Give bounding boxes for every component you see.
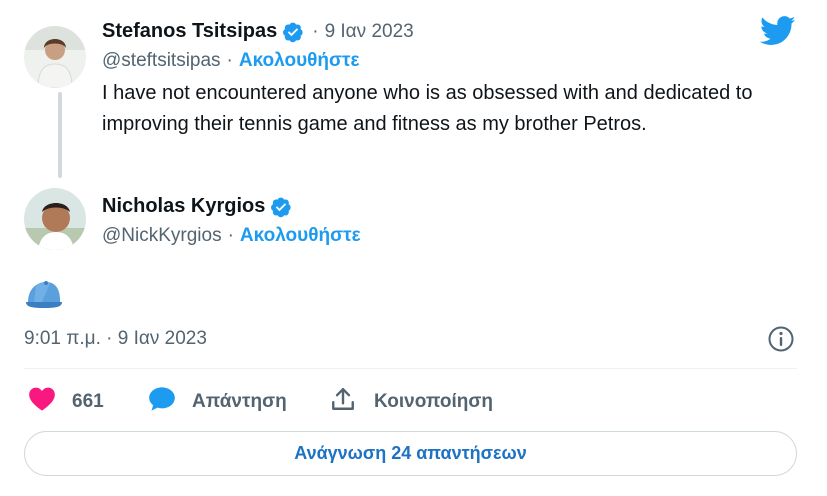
reply-tweet-header: Nicholas Kyrgios [102, 195, 292, 218]
divider [24, 368, 797, 369]
author-handle[interactable]: @steftsitsipas [102, 50, 221, 72]
verified-badge-icon [270, 196, 292, 218]
date-separator: · [312, 20, 319, 42]
handle-separator: · [227, 225, 234, 246]
share-button[interactable]: Κοινοποίηση [330, 386, 493, 417]
heart-icon [28, 386, 56, 417]
read-replies-button[interactable]: Ανάγνωση 24 απαντήσεων [24, 431, 797, 476]
info-icon [767, 326, 795, 357]
tweet-timestamp[interactable]: 9:01 π.μ. · 9 Ιαν 2023 [24, 328, 207, 350]
follow-button[interactable]: Ακολουθήστε [240, 225, 361, 247]
quoted-tweet-header: Stefanos Tsitsipas · 9 Ιαν 2023 [102, 20, 414, 43]
reply-tweet-subheader: @NickKyrgios · Ακολουθήστε [102, 225, 361, 247]
avatar[interactable] [24, 26, 86, 88]
like-count: 661 [72, 390, 104, 412]
share-icon [330, 386, 356, 417]
quoted-tweet-text: I have not encountered anyone who is as … [102, 82, 753, 135]
twitter-bird-icon [759, 16, 796, 50]
verified-badge-icon [282, 21, 304, 43]
reply-bubble-icon [148, 386, 176, 417]
info-button[interactable] [767, 325, 795, 358]
tweet-date[interactable]: 9 Ιαν 2023 [325, 21, 414, 43]
author-name[interactable]: Nicholas Kyrgios [102, 195, 265, 218]
share-label: Κοινοποίηση [374, 390, 493, 412]
cap-emoji-icon [24, 280, 64, 315]
quoted-tweet-subheader: @steftsitsipas · Ακολουθήστε [102, 50, 360, 72]
thread-line [58, 92, 62, 178]
like-button[interactable]: 661 [28, 386, 104, 417]
reply-label: Απάντηση [192, 390, 287, 412]
avatar[interactable] [24, 188, 86, 250]
author-handle[interactable]: @NickKyrgios [102, 225, 222, 247]
read-replies-label: Ανάγνωση 24 απαντήσεων [294, 443, 527, 463]
follow-button[interactable]: Ακολουθήστε [239, 50, 360, 72]
author-name[interactable]: Stefanos Tsitsipas [102, 20, 277, 43]
handle-separator: · [226, 50, 233, 71]
twitter-logo[interactable] [759, 16, 796, 51]
reply-button[interactable]: Απάντηση [148, 386, 287, 417]
